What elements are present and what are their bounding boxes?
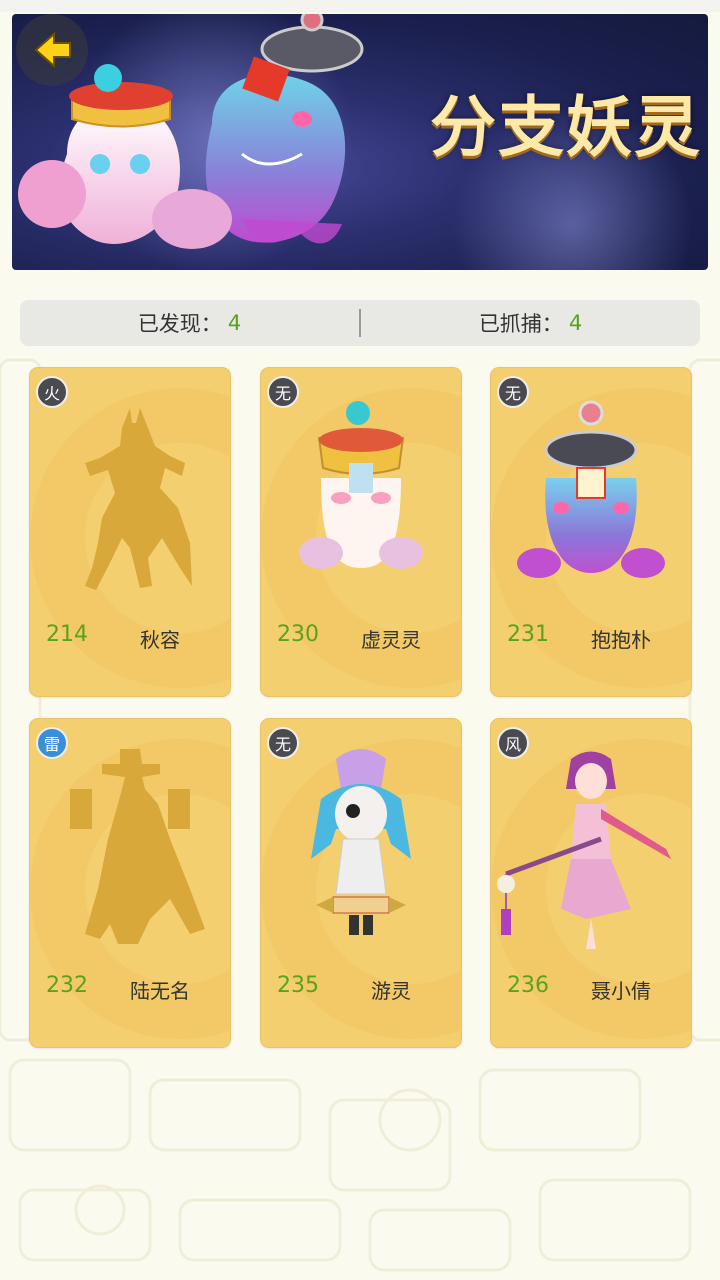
captured-count: 4 xyxy=(568,311,583,335)
monster-card[interactable]: 无 235 游灵 xyxy=(261,719,461,1047)
monster-name: 游灵 xyxy=(371,979,411,1003)
monster-card[interactable]: 火 214 秋容 xyxy=(30,368,230,696)
monster-number: 232 xyxy=(46,973,88,998)
monster-name: 聂小倩 xyxy=(591,979,651,1003)
monster-card[interactable]: 风 236 聂小倩 xyxy=(491,719,691,1047)
page-title: 分支妖灵 xyxy=(430,89,702,166)
header-banner: 分支妖灵 xyxy=(12,14,708,270)
stats-bar: 已发现： 4 已抓捕： 4 xyxy=(20,300,700,346)
back-arrow-icon xyxy=(34,31,71,69)
captured-stat: 已抓捕： 4 xyxy=(361,308,700,338)
captured-label: 已抓捕： xyxy=(478,312,563,336)
monster-number: 230 xyxy=(277,622,319,647)
monster-number: 231 xyxy=(507,622,549,647)
discovered-label: 已发现： xyxy=(137,312,222,336)
discovered-count: 4 xyxy=(227,311,242,335)
back-button[interactable] xyxy=(16,14,88,86)
monster-name: 陆无名 xyxy=(130,979,190,1003)
monster-card[interactable]: 无 231 抱抱朴 xyxy=(491,368,691,696)
monster-name: 秋容 xyxy=(140,628,180,652)
monster-card[interactable]: 雷 232 陆无名 xyxy=(30,719,230,1047)
monster-number: 214 xyxy=(46,622,88,647)
monster-number: 235 xyxy=(277,973,319,998)
discovered-stat: 已发现： 4 xyxy=(20,308,359,338)
monster-number: 236 xyxy=(507,973,549,998)
monster-name: 虚灵灵 xyxy=(361,628,421,652)
monster-name: 抱抱朴 xyxy=(591,628,651,652)
monster-card[interactable]: 无 230 虚灵灵 xyxy=(261,368,461,696)
top-strip xyxy=(0,0,720,12)
